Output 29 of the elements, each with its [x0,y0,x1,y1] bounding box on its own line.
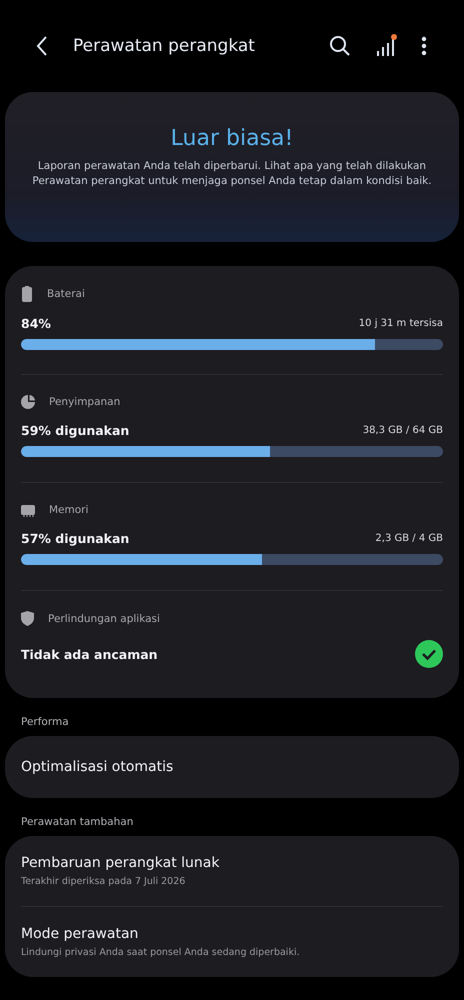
stat-value: 57% digunakan [21,531,130,546]
summary-text: Laporan perawatan Anda telah diperbarui. Lihat apa yang telah dilakukan Perawatan perangkat untuk menjaga ponsel Anda tetap dalam kondisi baik. [31,159,433,189]
stat-label: Baterai [47,288,85,300]
battery-icon [21,286,33,302]
search-icon[interactable] [329,35,351,57]
page-title: Perawatan perangkat [73,36,256,56]
stat-detail: 38,3 GB / 64 GB [362,425,443,436]
section-label: Perawatan tambahan [21,816,134,828]
section-label: Performa [21,716,70,728]
back-icon[interactable] [35,35,49,57]
summary-title: Luar biasa! [170,126,294,151]
bar-chart-icon[interactable] [375,34,397,58]
pie-chart-icon [21,395,35,409]
stat-value: 84% [21,316,51,331]
menu-item[interactable]: Optimalisasi otomatis [21,759,443,775]
menu-item[interactable]: Pembaruan perangkat lunak [21,855,443,871]
stat-detail: 2,3 GB / 4 GB [375,533,443,544]
menu-item[interactable]: Mode perawatan [21,926,443,942]
stat-value: Tidak ada ancaman [21,646,158,662]
stat-label: Perlindungan aplikasi [48,612,160,624]
stat-value: 59% digunakan [21,423,130,438]
stat-label: Penyimpanan [49,396,120,408]
stat-detail: 10 j 31 m tersisa [358,318,443,329]
item-subtitle: Terakhir diperiksa pada 7 Juli 2026 [21,876,186,887]
item-subtitle: Lindungi privasi Anda saat ponsel Anda sedang diperbaiki. [21,947,301,958]
stat-label: Memori [49,504,88,516]
more-options-icon[interactable] [421,35,427,57]
chip-icon [21,503,35,517]
shield-icon [21,611,34,626]
